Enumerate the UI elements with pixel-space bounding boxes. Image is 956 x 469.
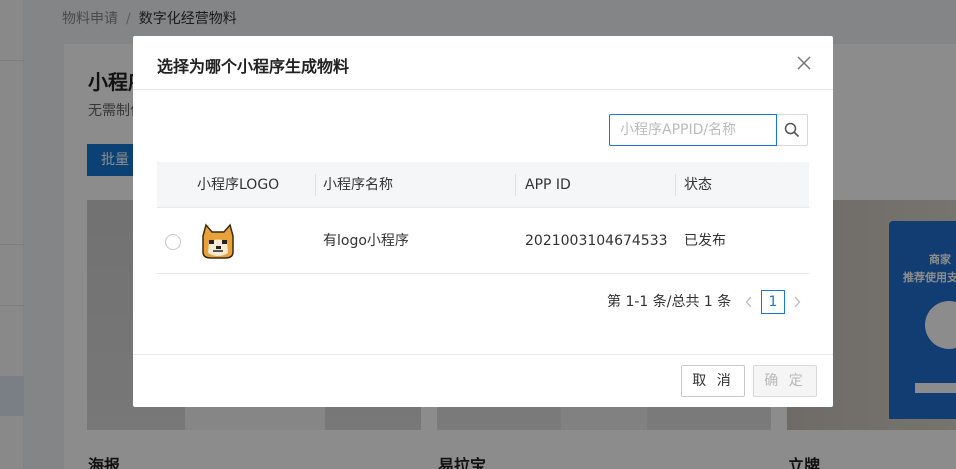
- doge-avatar-icon: [199, 222, 237, 260]
- column-divider: [515, 174, 516, 196]
- search-input[interactable]: [609, 114, 777, 146]
- column-header-name: 小程序名称: [323, 177, 393, 193]
- status-text: 已发布: [684, 233, 726, 249]
- chevron-left-icon[interactable]: [741, 290, 757, 314]
- cancel-button[interactable]: 取 消: [681, 365, 745, 397]
- search-icon: [784, 122, 800, 138]
- search-button[interactable]: [777, 114, 808, 146]
- column-header-appid: APP ID: [525, 177, 571, 193]
- select-miniprogram-modal: 选择为哪个小程序生成物料 小程序LOGO 小程序名称 APP ID 状态: [133, 36, 833, 407]
- miniprogram-appid: 2021003104674533: [525, 233, 668, 249]
- modal-footer: 取 消 确 定: [133, 354, 833, 407]
- table-row[interactable]: 有logo小程序 2021003104674533 已发布: [157, 208, 809, 274]
- chevron-right-icon[interactable]: [789, 290, 805, 314]
- page-number[interactable]: 1: [761, 290, 785, 314]
- miniprogram-name: 有logo小程序: [323, 233, 409, 249]
- column-divider: [675, 174, 676, 196]
- row-radio[interactable]: [165, 234, 181, 250]
- modal-header: 选择为哪个小程序生成物料: [133, 36, 833, 90]
- column-header-logo: 小程序LOGO: [197, 177, 280, 193]
- column-divider: [315, 174, 316, 196]
- pagination-info: 第 1-1 条/总共 1 条: [607, 294, 732, 310]
- modal-title: 选择为哪个小程序生成物料: [157, 57, 350, 76]
- table-header: 小程序LOGO 小程序名称 APP ID 状态: [157, 162, 809, 208]
- close-icon[interactable]: [795, 54, 813, 72]
- column-header-status: 状态: [684, 177, 712, 193]
- confirm-button[interactable]: 确 定: [753, 365, 817, 397]
